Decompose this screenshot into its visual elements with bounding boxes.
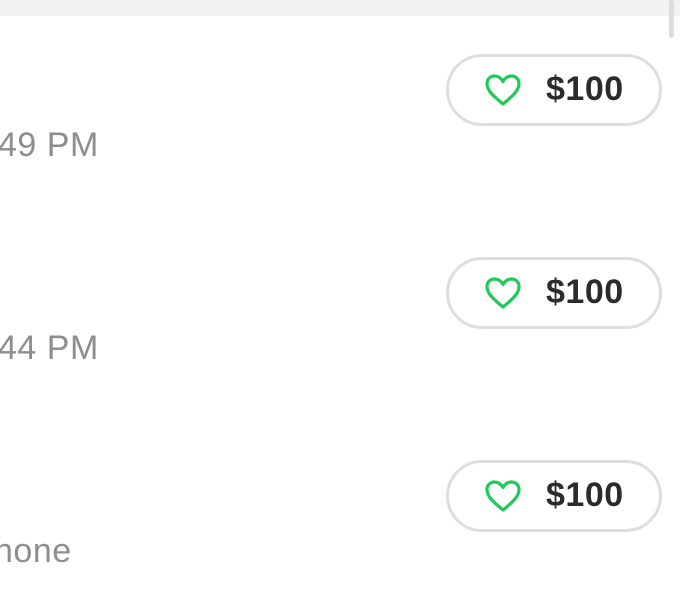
- amount-button[interactable]: $100: [446, 460, 662, 532]
- heart-icon[interactable]: [484, 276, 522, 310]
- amount-button[interactable]: $100: [446, 257, 662, 329]
- transaction-row[interactable]: $100 hone: [0, 406, 680, 596]
- transaction-row[interactable]: $100 44 PM: [0, 203, 680, 393]
- heart-icon[interactable]: [484, 479, 522, 513]
- amount-button[interactable]: $100: [446, 54, 662, 126]
- amount-label: $100: [546, 70, 624, 108]
- amount-label: $100: [546, 476, 624, 514]
- transaction-subtitle: 49 PM: [0, 126, 99, 164]
- transaction-subtitle: 44 PM: [0, 329, 99, 367]
- transaction-list-screen: $100 49 PM $100 44 PM $100 hone: [0, 0, 680, 612]
- transaction-row[interactable]: $100 49 PM: [0, 0, 680, 190]
- heart-icon[interactable]: [484, 73, 522, 107]
- transaction-subtitle: hone: [0, 532, 72, 570]
- amount-label: $100: [546, 273, 624, 311]
